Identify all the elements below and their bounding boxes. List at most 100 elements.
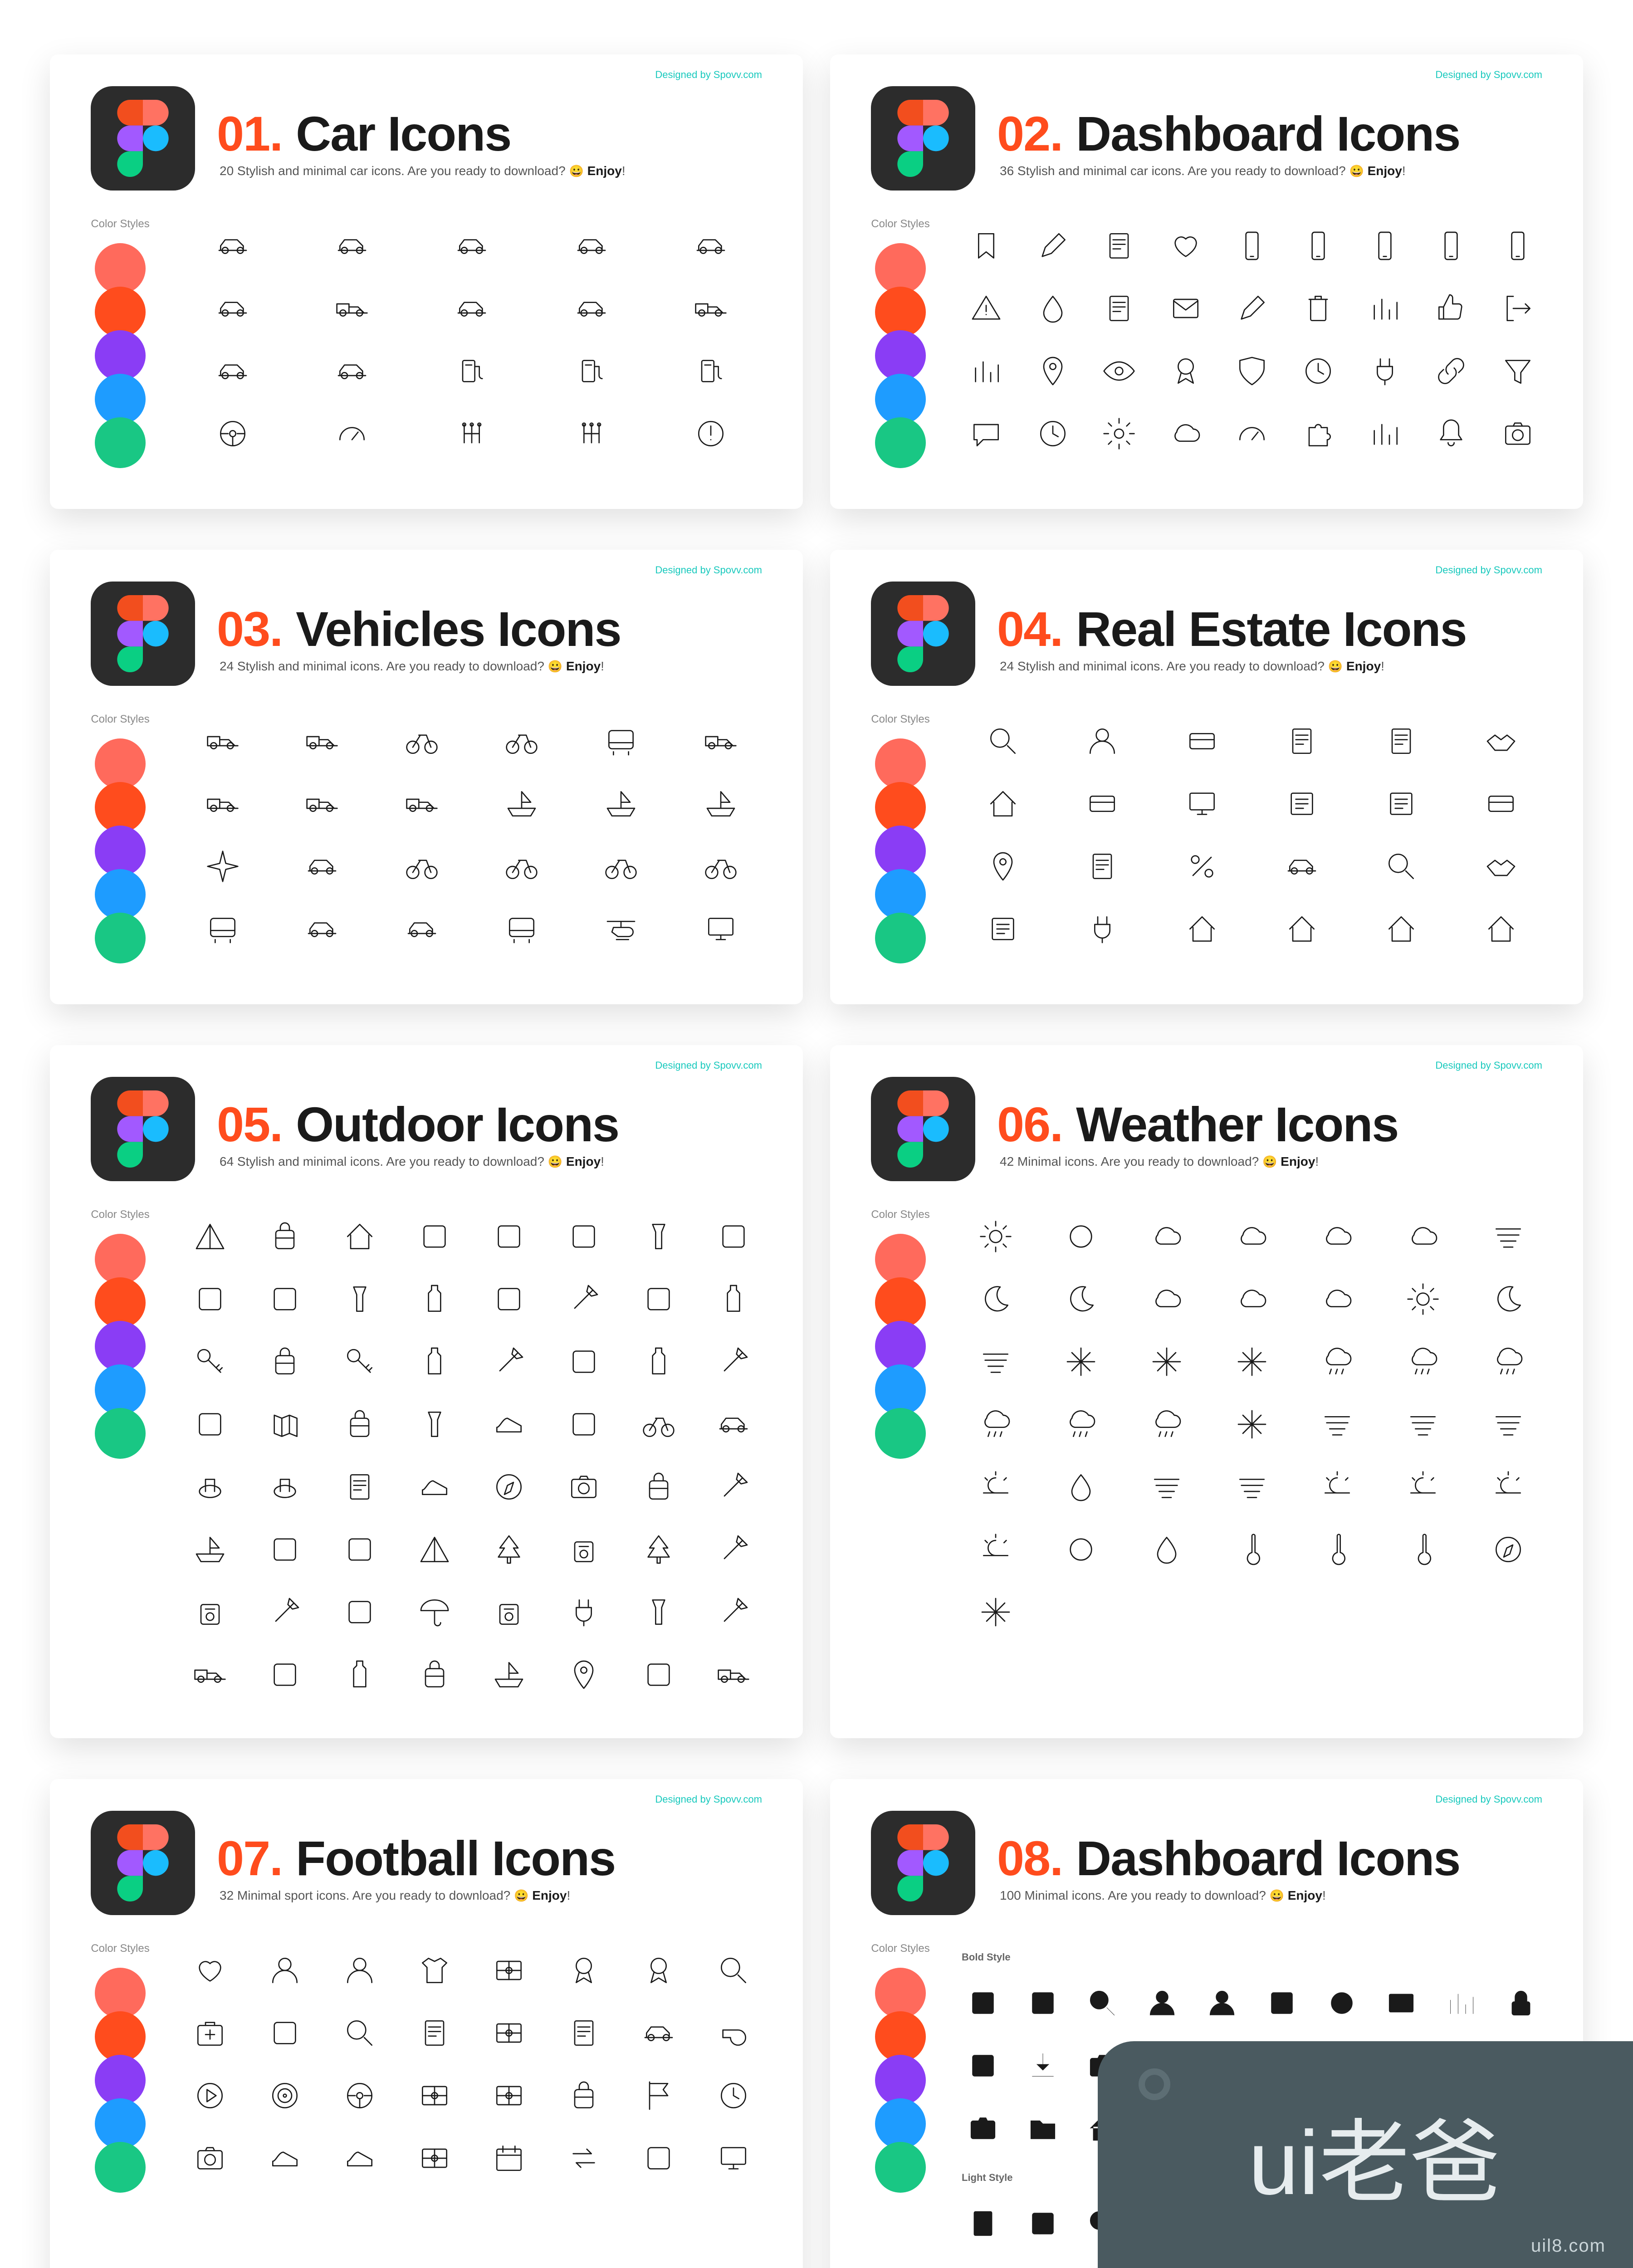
clipboard-2-icon xyxy=(555,2010,613,2056)
map-icon xyxy=(256,1402,314,1447)
canteen-icon xyxy=(406,1339,463,1384)
crossover-icon xyxy=(420,286,523,331)
calendar-icon xyxy=(480,2136,538,2181)
hatchback-icon xyxy=(301,223,404,269)
snowflake-icon xyxy=(1047,1339,1115,1384)
field-half-icon xyxy=(480,2010,538,2056)
trophy-icon xyxy=(630,1948,688,1993)
device-2-icon xyxy=(1427,223,1476,269)
hat-icon xyxy=(181,1464,239,1510)
yacht-icon xyxy=(680,781,762,826)
search-2-icon xyxy=(704,1948,762,1993)
thumbs-up-icon xyxy=(1427,286,1476,331)
bus-2-icon xyxy=(480,906,563,952)
circle-icon xyxy=(1047,1214,1115,1259)
color-styles-label: Color Styles xyxy=(871,713,930,726)
search-icon xyxy=(962,719,1044,764)
card-number: 05. xyxy=(217,1096,282,1153)
tram-icon xyxy=(580,719,663,764)
forklift-icon xyxy=(680,719,762,764)
snow-2-icon xyxy=(1218,1339,1286,1384)
fishing-icon xyxy=(630,1652,688,1697)
icon-grid xyxy=(181,719,762,952)
watermark-ring-icon xyxy=(1139,2068,1170,2100)
search-icon xyxy=(1081,1980,1124,2026)
sedan-2-icon xyxy=(181,286,284,331)
shoe-icon xyxy=(256,2136,314,2181)
backpack-icon xyxy=(256,1214,314,1259)
map-pin-icon xyxy=(555,1652,613,1697)
stool-icon xyxy=(555,1214,613,1259)
eclipse-icon xyxy=(1047,1527,1115,1572)
droplet-icon xyxy=(1133,1527,1201,1572)
convertible-icon xyxy=(301,348,404,394)
card-subtitle: 24 Stylish and minimal icons. Are you re… xyxy=(1000,659,1467,674)
figma-logo-icon xyxy=(91,582,195,686)
bicycle-2-icon xyxy=(630,1402,688,1447)
tow-truck-icon xyxy=(281,719,364,764)
bell-icon xyxy=(1427,411,1476,456)
card-title: Car Icons xyxy=(296,105,511,162)
phone-out-icon xyxy=(1227,223,1276,269)
boot-icon xyxy=(406,1464,463,1510)
growth-icon xyxy=(1360,411,1409,456)
icon-grid xyxy=(962,223,1542,456)
kit-icon xyxy=(331,1527,389,1572)
color-styles-panel: Color Styles xyxy=(871,1942,930,2193)
pitch-icon xyxy=(480,1948,538,1993)
card-subtitle: 36 Stylish and minimal car icons. Are yo… xyxy=(1000,164,1460,178)
wavy-icon xyxy=(1389,1402,1457,1447)
binoculars-icon xyxy=(555,1402,613,1447)
cleat-icon xyxy=(331,2136,389,2181)
grid-icon xyxy=(962,2201,1004,2246)
truck-icon xyxy=(660,286,762,331)
card-number: 06. xyxy=(997,1096,1062,1153)
pin-icon xyxy=(1028,348,1077,394)
document-icon xyxy=(1095,286,1144,331)
clipboard-icon xyxy=(406,2010,463,2056)
ev-charger-icon xyxy=(660,348,762,394)
drizzle-icon xyxy=(1047,1402,1115,1447)
layers-icon xyxy=(1261,1980,1303,2026)
clock-2-icon xyxy=(1028,411,1077,456)
calculator-icon xyxy=(1261,781,1343,826)
sun-glow-icon xyxy=(1474,1464,1542,1510)
icon-grid xyxy=(181,1214,762,1697)
pickup-icon xyxy=(301,286,404,331)
bike-icon xyxy=(580,844,663,889)
power-plug-icon xyxy=(1360,348,1409,394)
semi-truck-icon xyxy=(381,781,463,826)
rope-icon xyxy=(331,1339,389,1384)
link-icon xyxy=(1427,348,1476,394)
rain-icon xyxy=(1303,1339,1371,1384)
minivan-icon xyxy=(540,286,643,331)
icon-pack-card: Designed by Spovv.com 06. Weather Icons … xyxy=(830,1045,1583,1738)
celsius-icon xyxy=(1303,1527,1371,1572)
money-icon xyxy=(1161,719,1243,764)
funnel-icon xyxy=(1493,348,1542,394)
pencil-icon xyxy=(1028,223,1077,269)
shoes-icon xyxy=(480,1402,538,1447)
cabin-icon xyxy=(331,1214,389,1259)
tornado-line-icon xyxy=(1474,1402,1542,1447)
picnic-icon xyxy=(480,1214,538,1259)
card-subtitle: 24 Stylish and minimal icons. Are you re… xyxy=(220,659,621,674)
document-check-icon xyxy=(1061,844,1144,889)
trailer-icon xyxy=(281,781,364,826)
gear-shift-icon xyxy=(420,411,523,456)
medkit-icon xyxy=(181,2010,239,2056)
formation-icon xyxy=(406,2073,463,2118)
card-red-icon xyxy=(630,2010,688,2056)
bookmark-icon xyxy=(962,223,1011,269)
knife-icon xyxy=(555,1276,613,1322)
designed-by-label: Designed by Spovv.com xyxy=(655,1794,762,1805)
substitution-icon xyxy=(555,2136,613,2181)
sale-tag-icon xyxy=(1460,781,1542,826)
sedan-icon xyxy=(181,223,284,269)
hook-icon xyxy=(704,1339,762,1384)
cutlery-icon xyxy=(630,1276,688,1322)
life-vest-icon xyxy=(256,1527,314,1572)
card-number: 03. xyxy=(217,601,282,657)
gauge-icon xyxy=(1227,411,1276,456)
paddle-icon xyxy=(704,1589,762,1635)
